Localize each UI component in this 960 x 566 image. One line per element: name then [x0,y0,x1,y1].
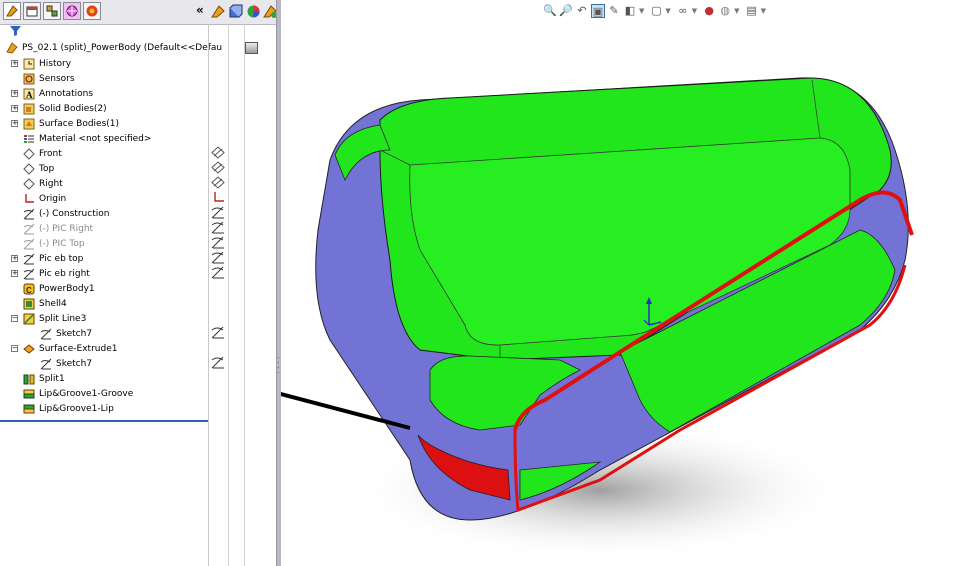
sketch-icon [23,208,35,219]
tree-item-pic-top[interactable]: (-) PIC Top [23,236,85,251]
configuration-manager-tab[interactable] [43,2,61,20]
tree-item-split-line3-sketch7[interactable]: Sketch7 [40,326,92,341]
tree-item-split1[interactable]: Split1 [23,371,65,386]
tree-item-pic-eb-top[interactable]: Pic eb top [23,251,83,266]
expand-surface-bodies-button[interactable]: + [11,120,18,127]
history-icon [23,58,35,69]
tree-item-surface-bodies[interactable]: Surface Bodies(1) [23,116,119,131]
powerbody-icon: C [23,283,35,295]
appearance-icon[interactable] [246,4,261,19]
tree-item-surface-extrude1-sketch7[interactable]: Sketch7 [40,356,92,371]
solid-bodies-icon [23,103,35,114]
tree-item-construction[interactable]: (-) Construction [23,206,109,221]
sketch-visibility-icon[interactable] [211,236,225,249]
expand-annotations-button[interactable]: + [11,90,18,97]
property-manager-tab[interactable] [23,2,41,20]
sketch-visibility-icon[interactable] [211,266,225,279]
column-divider [244,24,245,566]
origin-icon [25,193,34,203]
display-manager-tab[interactable] [83,2,101,20]
plane-visibility-icon[interactable] [211,176,225,189]
tree-item-pic-eb-right[interactable]: Pic eb right [23,266,90,281]
sketch-visibility-icon[interactable] [211,206,225,219]
sketch-icon [23,238,35,249]
material-icon [24,134,34,143]
split-line-icon [23,313,35,324]
dimxpert-manager-tab[interactable] [63,2,81,20]
sketch-visibility-icon[interactable] [211,221,225,234]
dimxpert-icon [66,5,78,17]
sketch-icon [23,268,35,279]
tree-item-shell4[interactable]: Shell4 [23,296,67,311]
collapse-surface-extrude1-button[interactable]: − [11,345,18,352]
tree-item-annotations[interactable]: A Annotations [23,86,93,101]
tree-item-lip-groove-groove[interactable]: Lip&Groove1-Groove [23,386,133,401]
sketch-icon [40,358,52,369]
plane-visibility-icon[interactable] [211,146,225,159]
plane-visibility-icon[interactable] [211,161,225,174]
display-manager-icon [86,5,98,17]
tree-item-front-plane[interactable]: Front [23,146,62,161]
tree-item-split-line3[interactable]: Split Line3 [23,311,86,326]
configuration-manager-icon [46,5,58,17]
tree-root-label: PS_02.1 (split)_PowerBody (Default<<Defa… [22,42,223,53]
sensors-icon [23,73,35,84]
split-icon [23,374,35,384]
collapse-split-line3-button[interactable]: − [11,315,18,322]
tree-column-divider [208,24,209,566]
plane-icon [23,162,35,175]
feature-manager-icon [6,5,18,17]
plane-icon [23,177,35,190]
lip-groove-icon [23,389,35,398]
feature-tree: PS_02.1 (split)_PowerBody (Default<<Defa… [0,38,222,422]
collapse-tabs-button[interactable]: « [196,3,204,17]
display-pane-tab-icon[interactable] [211,4,226,19]
feature-manager-panel: « PS_02.1 (split)_PowerBody (Default<<De… [0,0,281,566]
column-divider [228,24,229,566]
annotations-icon: A [23,88,35,100]
surface-bodies-icon [23,118,35,129]
sketch-icon [23,253,35,264]
svg-text:A: A [26,90,33,100]
tree-root-part[interactable]: PS_02.1 (split)_PowerBody (Default<<Defa… [6,40,222,55]
sketch-visibility-icon[interactable] [211,251,225,264]
plane-icon [23,147,35,160]
sketch-icon [23,223,35,234]
expand-pic-eb-right-button[interactable]: + [11,270,18,277]
tree-item-powerbody1[interactable]: C PowerBody1 [23,281,95,296]
tree-item-surface-extrude1[interactable]: Surface-Extrude1 [23,341,117,356]
expand-pic-eb-top-button[interactable]: + [11,255,18,262]
expand-history-button[interactable]: + [11,60,18,67]
tree-item-pic-right[interactable]: (-) PIC Right [23,221,93,236]
expand-solid-bodies-button[interactable]: + [11,105,18,112]
tree-item-material[interactable]: Material <not specified> [23,131,151,146]
origin-visibility-icon[interactable] [211,191,225,204]
display-state-swatch[interactable] [245,42,258,54]
panel-tab-bar: « [0,0,281,25]
tree-item-solid-bodies[interactable]: Solid Bodies(2) [23,101,107,116]
sketch-icon [40,328,52,339]
hide-show-items-icon[interactable] [228,4,243,19]
graphics-viewport[interactable]: 🔍 🔎 ↶ ▣ ✎ ◧ ▼ ▢ ▼ ∞ ▼ ● ◍ ▼ ▤ ▼ [281,0,960,566]
tree-item-top-plane[interactable]: Top [23,161,54,176]
property-manager-icon [26,6,38,17]
svg-text:C: C [26,286,32,295]
sketch-visibility-icon[interactable] [211,356,225,369]
surface-extrude-icon [23,343,35,354]
shell-icon [23,298,35,309]
sketch-visibility-icon[interactable] [211,326,225,339]
tree-item-sensors[interactable]: Sensors [23,71,75,86]
lip-groove-icon [23,404,35,413]
tree-item-right-plane[interactable]: Right [23,176,63,191]
feature-manager-tab[interactable] [3,2,21,20]
tree-item-lip-groove-lip[interactable]: Lip&Groove1-Lip [23,401,114,416]
part-icon [6,41,18,53]
tree-item-history[interactable]: History [23,56,71,71]
model-render [281,77,914,560]
tree-item-origin[interactable]: Origin [23,191,66,206]
